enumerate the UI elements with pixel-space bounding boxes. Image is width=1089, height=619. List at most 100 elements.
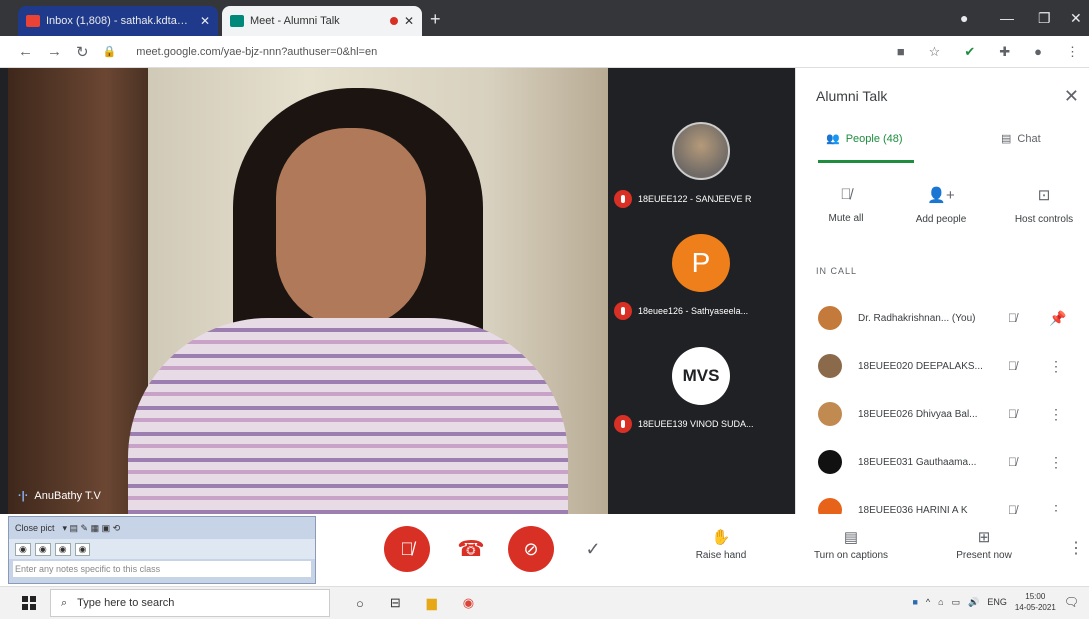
taskbar-search-input[interactable]: ⌕ Type here to search	[50, 589, 330, 617]
close-panel-icon[interactable]: ✕	[1064, 86, 1079, 107]
notes-tab[interactable]: ◉	[15, 542, 31, 556]
participant-tiles: 18EUEE122 - SANJEEVE R P 18euee126 - Sat…	[608, 108, 795, 514]
volume-icon[interactable]: 🔊	[968, 597, 979, 608]
present-label: Present now	[956, 550, 1012, 561]
close-tab-icon[interactable]: ✕	[404, 14, 414, 28]
tile-name: 18EUEE122 - SANJEEVE R	[638, 194, 752, 204]
host-controls-icon: ⊡	[1037, 187, 1051, 204]
leave-call-button[interactable]: ☎	[448, 526, 494, 572]
profile-icon[interactable]: ●	[1034, 44, 1042, 59]
more-options-icon[interactable]: ⋮	[1049, 358, 1063, 375]
tab-chat[interactable]: ▤ Chat	[1001, 132, 1041, 146]
meet-icon	[230, 15, 244, 27]
list-item[interactable]: 18EUEE031 Gauthaama... 🎙̸ ⋮	[796, 438, 1089, 486]
avatar: MVS	[672, 347, 730, 405]
meet-stage: ·|· AnuBathy T.V 18EUEE122 - SANJEEVE R …	[0, 68, 795, 514]
avatar	[672, 122, 730, 180]
present-icon: ⊞	[977, 529, 991, 546]
minimize-icon[interactable]: —	[1000, 10, 1014, 26]
people-panel: Alumni Talk ✕ 👥 People (48) ▤ Chat 🎙̸ Mu…	[795, 68, 1089, 522]
people-list: Dr. Radhakrishnan... (You) 🎙̸ 📌 18EUEE02…	[796, 294, 1089, 534]
raise-hand-button[interactable]: ✋ Raise hand	[686, 528, 756, 561]
more-options-icon[interactable]: ⋮	[1049, 406, 1063, 423]
mic-off-icon: 🎙̸	[1008, 359, 1017, 373]
restore-icon[interactable]: ❐	[1038, 10, 1051, 27]
close-tab-icon[interactable]: ✕	[200, 14, 210, 28]
mic-off-icon: 🎙̸	[400, 538, 414, 559]
audio-level-icon: ·|·	[18, 490, 29, 502]
captions-icon: ▤	[843, 529, 859, 546]
profile-circle-icon[interactable]: ●	[960, 10, 968, 26]
background-door	[8, 68, 148, 514]
tab-title: Inbox (1,808) - sathak.kdtaamgil	[46, 15, 194, 27]
lock-icon[interactable]: 🔒	[103, 45, 117, 58]
tab-meet[interactable]: Meet - Alumni Talk ✕	[222, 6, 422, 36]
avatar-letter: P	[691, 247, 711, 278]
task-view-icon[interactable]: ○	[356, 596, 364, 611]
close-window-icon[interactable]: ✕	[1070, 10, 1082, 27]
browser-toolbar: ← → ↻ 🔒 meet.google.com/yae-bjz-nnn?auth…	[0, 36, 1089, 68]
meet-controls-bar: Close pict ▾ ▤ ✎ ▦ ▣ ⟲ ◉ ◉ ◉ ◉ Enter any…	[0, 514, 1089, 586]
people-icon: 👥	[826, 133, 840, 145]
pin-icon[interactable]: 📌	[1049, 310, 1066, 327]
add-people-button[interactable]: 👤+ Add people	[901, 186, 981, 225]
notes-window-toolbar: Close pict ▾ ▤ ✎ ▦ ▣ ⟲	[9, 517, 315, 539]
avatar	[818, 354, 842, 378]
list-item[interactable]: Dr. Radhakrishnan... (You) 🎙̸ 📌	[796, 294, 1089, 342]
file-explorer-icon[interactable]: ▆	[427, 595, 437, 611]
tab-gmail[interactable]: Inbox (1,808) - sathak.kdtaamgil ✕	[18, 6, 218, 36]
search-placeholder: Type here to search	[77, 597, 175, 609]
speaker-face	[276, 128, 426, 328]
hand-icon: ✋	[711, 529, 731, 546]
participant-tile[interactable]: MVS 18EUEE139 VINOD SUDA...	[608, 333, 795, 453]
tab-chat-label: Chat	[1017, 132, 1041, 145]
present-now-button[interactable]: ⊞ Present now	[944, 528, 1024, 561]
battery-icon[interactable]: ▭	[952, 597, 961, 608]
taskbar-clock[interactable]: 15:00 14-05-2021	[1015, 591, 1056, 613]
main-speaker-video[interactable]: ·|· AnuBathy T.V	[8, 68, 608, 514]
notes-input[interactable]: Enter any notes specific to this class	[13, 561, 311, 577]
mute-all-button[interactable]: 🎙̸ Mute all	[806, 186, 886, 224]
notes-tab[interactable]: ◉	[74, 542, 91, 556]
notes-tab[interactable]: ◉	[34, 542, 51, 556]
camera-toggle-button[interactable]: ⊘	[508, 526, 554, 572]
speaker-name-chip: ·|· AnuBathy T.V	[18, 490, 101, 502]
captions-button[interactable]: ▤ Turn on captions	[798, 528, 904, 561]
participant-tile[interactable]: 18EUEE122 - SANJEEVE R	[608, 108, 795, 228]
list-item[interactable]: 18EUEE026 Dhivyaa Bal... 🎙̸ ⋮	[796, 390, 1089, 438]
more-options-icon[interactable]: ⋮	[1049, 454, 1063, 471]
more-icon[interactable]: ⋮	[1066, 44, 1079, 60]
avatar-logo-text: MVS	[682, 366, 720, 385]
check-icon[interactable]: ✔	[964, 44, 975, 60]
forward-icon[interactable]: →	[47, 43, 62, 60]
speaker-name: AnuBathy T.V	[34, 490, 101, 502]
language-indicator[interactable]: ENG	[987, 597, 1007, 607]
network-icon[interactable]: ⌂	[938, 597, 943, 607]
address-bar[interactable]: meet.google.com/yae-bjz-nnn?authuser=0&h…	[136, 46, 883, 58]
mic-toggle-button[interactable]: 🎙̸	[384, 526, 430, 572]
taskbar-app-icon[interactable]: ⊟	[390, 595, 401, 611]
avatar	[818, 402, 842, 426]
participant-tile[interactable]: P 18euee126 - Sathyaseela...	[608, 220, 795, 340]
star-icon[interactable]: ☆	[929, 44, 941, 60]
notifications-icon[interactable]: 🗨	[1064, 595, 1079, 609]
back-icon[interactable]: ←	[18, 43, 33, 60]
more-options-icon[interactable]: ⋮	[1068, 538, 1084, 558]
notes-tab[interactable]: ◉	[54, 542, 71, 556]
tray-app-icon[interactable]: ■	[912, 597, 917, 607]
tray-expand-icon[interactable]: ^	[926, 597, 930, 607]
camera-icon[interactable]: ■	[897, 44, 905, 59]
new-tab-button[interactable]: +	[430, 10, 441, 28]
in-call-heading: IN CALL	[816, 266, 858, 276]
participant-name: 18EUEE020 DEEPALAKS...	[858, 360, 983, 372]
puzzle-icon[interactable]: ✚	[999, 44, 1010, 60]
list-item[interactable]: 18EUEE020 DEEPALAKS... 🎙̸ ⋮	[796, 342, 1089, 390]
host-controls-button[interactable]: ⊡ Host controls	[1000, 186, 1088, 225]
extension-check-button[interactable]: ✓	[570, 526, 616, 572]
mic-off-icon: 🎙̸	[1008, 311, 1017, 325]
notes-window[interactable]: Close pict ▾ ▤ ✎ ▦ ▣ ⟲ ◉ ◉ ◉ ◉ Enter any…	[8, 516, 316, 584]
chrome-icon[interactable]: ◉	[463, 595, 474, 611]
windows-start-icon[interactable]	[22, 596, 36, 610]
reload-icon[interactable]: ↻	[76, 43, 89, 61]
tab-people[interactable]: 👥 People (48)	[826, 132, 903, 146]
